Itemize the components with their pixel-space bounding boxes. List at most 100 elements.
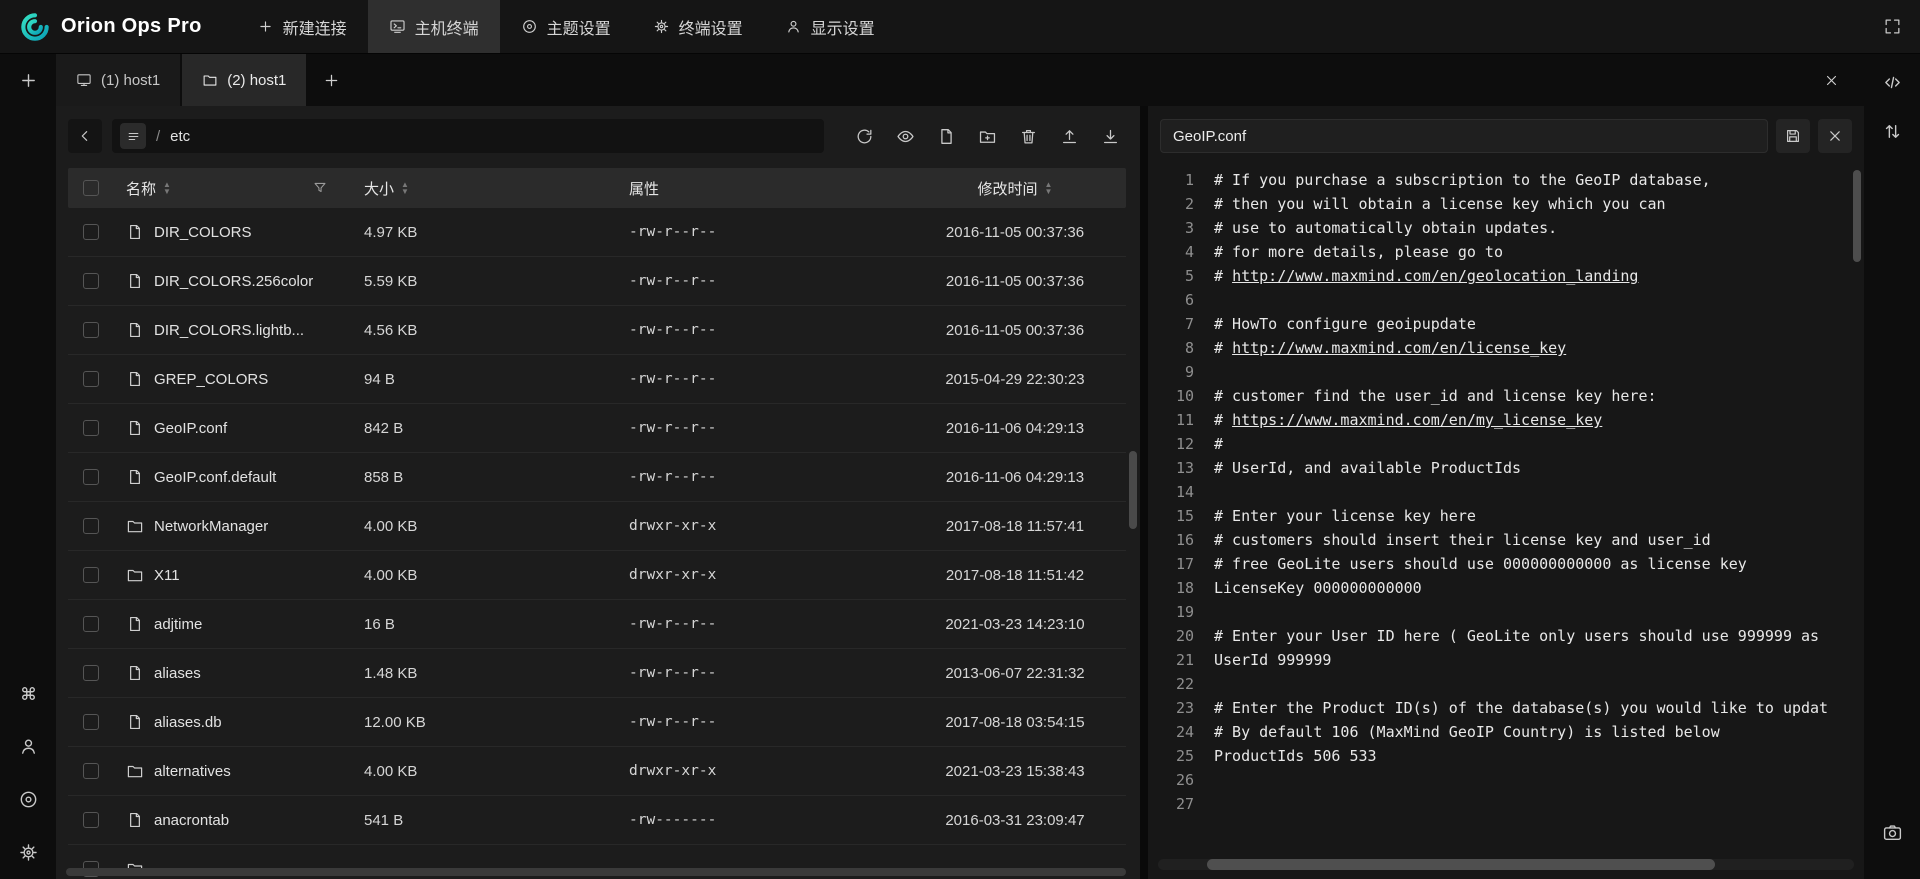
table-row[interactable]: alternatives4.00 KBdrwxr-xr-x2021-03-23 … <box>68 747 1126 796</box>
editor-close-button[interactable] <box>1818 119 1852 153</box>
camera-icon[interactable] <box>1882 822 1903 843</box>
gear-icon[interactable] <box>18 842 39 863</box>
file-attrs: -rw-r--r-- <box>629 714 904 730</box>
save-button[interactable] <box>1776 119 1810 153</box>
row-checkbox[interactable] <box>83 812 99 828</box>
back-button[interactable] <box>68 119 102 153</box>
row-checkbox[interactable] <box>83 518 99 534</box>
code-line: # UserId, and available ProductIds <box>1214 456 1852 480</box>
file-name[interactable]: X11 <box>154 567 180 584</box>
sort-carets-name[interactable]: ▲▼ <box>163 181 171 196</box>
breadcrumb[interactable]: / etc <box>112 119 824 153</box>
row-checkbox[interactable] <box>83 567 99 583</box>
file-name[interactable]: GeoIP.conf.default <box>154 469 276 486</box>
editor-vertical-scrollbar[interactable] <box>1853 170 1861 262</box>
line-number: 9 <box>1160 360 1194 384</box>
nav-item-theme-settings[interactable]: 主题设置 <box>500 0 632 53</box>
preview-eye-button[interactable] <box>889 120 921 152</box>
editor-horizontal-scrollbar[interactable] <box>1158 859 1854 870</box>
table-row[interactable]: DIR_COLORS.lightb...4.56 KB-rw-r--r--201… <box>68 306 1126 355</box>
table-row[interactable]: adjtime16 B-rw-r--r--2021-03-23 14:23:10 <box>68 600 1126 649</box>
code-line: # If you purchase a subscription to the … <box>1214 168 1852 192</box>
file-name[interactable]: anacrontab <box>154 812 229 829</box>
breadcrumb-segment[interactable]: etc <box>170 128 190 145</box>
row-checkbox[interactable] <box>83 469 99 485</box>
nav-item-host-terminal[interactable]: 主机终端 <box>368 0 500 53</box>
table-row[interactable]: GREP_COLORS94 B-rw-r--r--2015-04-29 22:3… <box>68 355 1126 404</box>
column-size-label[interactable]: 大小 <box>364 178 394 199</box>
row-checkbox[interactable] <box>83 224 99 240</box>
file-name[interactable]: aliases.db <box>154 714 222 731</box>
link-text[interactable]: http://www.maxmind.com/en/license_key <box>1232 339 1566 357</box>
row-checkbox[interactable] <box>83 616 99 632</box>
editor-gutter: 1234567891011121314151617181920212223242… <box>1160 168 1194 879</box>
file-name[interactable]: DIR_COLORS <box>154 224 252 241</box>
new-folder-button[interactable] <box>971 120 1003 152</box>
file-name[interactable]: NetworkManager <box>154 518 268 535</box>
tab-1-host1[interactable]: (1) host1 <box>56 54 180 106</box>
file-name[interactable]: DIR_COLORS.lightb... <box>154 322 304 339</box>
upload-button[interactable] <box>1053 120 1085 152</box>
new-session-button[interactable] <box>0 54 56 106</box>
file-size: 4.56 KB <box>364 322 629 339</box>
download-button[interactable] <box>1094 120 1126 152</box>
tab-2-host1[interactable]: (2) host1 <box>182 54 306 106</box>
file-table: 名称 ▲▼ 大小 ▲▼ 属性 <box>68 168 1126 879</box>
directory-list-icon[interactable] <box>120 123 146 149</box>
line-number: 15 <box>1160 504 1194 528</box>
file-name[interactable]: GeoIP.conf <box>154 420 227 437</box>
nav-item-terminal-settings[interactable]: 终端设置 <box>632 0 764 53</box>
file-icon <box>126 370 144 388</box>
link-text[interactable]: http://www.maxmind.com/en/geolocation_la… <box>1232 267 1638 285</box>
table-row[interactable]: DIR_COLORS.256color5.59 KB-rw-r--r--2016… <box>68 257 1126 306</box>
table-row[interactable]: DIR_COLORS4.97 KB-rw-r--r--2016-11-05 00… <box>68 208 1126 257</box>
row-checkbox[interactable] <box>83 322 99 338</box>
editor-body[interactable]: 1234567891011121314151617181920212223242… <box>1160 168 1852 879</box>
nav-item-display-settings[interactable]: 显示设置 <box>764 0 896 53</box>
editor-code[interactable]: # If you purchase a subscription to the … <box>1214 168 1852 879</box>
row-checkbox[interactable] <box>83 273 99 289</box>
select-all-checkbox[interactable] <box>83 180 99 196</box>
refresh-button[interactable] <box>848 120 880 152</box>
file-name[interactable]: DIR_COLORS.256color <box>154 273 313 290</box>
table-row[interactable]: aliases.db12.00 KB-rw-r--r--2017-08-18 0… <box>68 698 1126 747</box>
column-name-label[interactable]: 名称 <box>126 178 156 199</box>
table-row[interactable]: NetworkManager4.00 KBdrwxr-xr-x2017-08-1… <box>68 502 1126 551</box>
file-name[interactable]: alternatives <box>154 763 231 780</box>
sort-icon[interactable] <box>1882 121 1903 142</box>
table-row[interactable]: aliases1.48 KB-rw-r--r--2013-06-07 22:31… <box>68 649 1126 698</box>
row-checkbox[interactable] <box>83 420 99 436</box>
user-icon[interactable] <box>18 736 39 757</box>
row-checkbox[interactable] <box>83 714 99 730</box>
column-mtime-label[interactable]: 修改时间 <box>978 178 1038 199</box>
file-horizontal-scrollbar[interactable] <box>66 868 1126 876</box>
filename-input[interactable]: GeoIP.conf <box>1160 119 1768 153</box>
theme-icon[interactable] <box>18 789 39 810</box>
fullscreen-icon[interactable] <box>1876 11 1908 43</box>
add-tab-button[interactable] <box>308 54 354 106</box>
file-name[interactable]: aliases <box>154 665 201 682</box>
table-row[interactable]: GeoIP.conf842 B-rw-r--r--2016-11-06 04:2… <box>68 404 1126 453</box>
table-row[interactable]: GeoIP.conf.default858 B-rw-r--r--2016-11… <box>68 453 1126 502</box>
table-row[interactable]: X114.00 KBdrwxr-xr-x2017-08-18 11:51:42 <box>68 551 1126 600</box>
close-panel-button[interactable] <box>1816 65 1846 95</box>
file-name[interactable]: adjtime <box>154 616 202 633</box>
file-name[interactable]: GREP_COLORS <box>154 371 268 388</box>
row-checkbox[interactable] <box>83 371 99 387</box>
nav-item-label: 主机终端 <box>415 15 479 39</box>
sort-carets-size[interactable]: ▲▼ <box>401 181 409 196</box>
new-file-button[interactable] <box>930 120 962 152</box>
sort-carets-mtime[interactable]: ▲▼ <box>1045 181 1053 196</box>
editor-hscroll-thumb[interactable] <box>1207 859 1715 870</box>
filter-icon[interactable] <box>312 180 328 196</box>
row-checkbox[interactable] <box>83 665 99 681</box>
command-icon[interactable] <box>18 683 39 704</box>
nav-item-new-connection[interactable]: 新建连接 <box>236 0 368 53</box>
table-row[interactable]: anacrontab541 B-rw-------2016-03-31 23:0… <box>68 796 1126 845</box>
row-checkbox[interactable] <box>83 763 99 779</box>
code-icon[interactable] <box>1882 72 1903 93</box>
file-vertical-scrollbar[interactable] <box>1129 451 1137 529</box>
delete-button[interactable] <box>1012 120 1044 152</box>
link-text[interactable]: https://www.maxmind.com/en/my_license_ke… <box>1232 411 1602 429</box>
line-number: 3 <box>1160 216 1194 240</box>
